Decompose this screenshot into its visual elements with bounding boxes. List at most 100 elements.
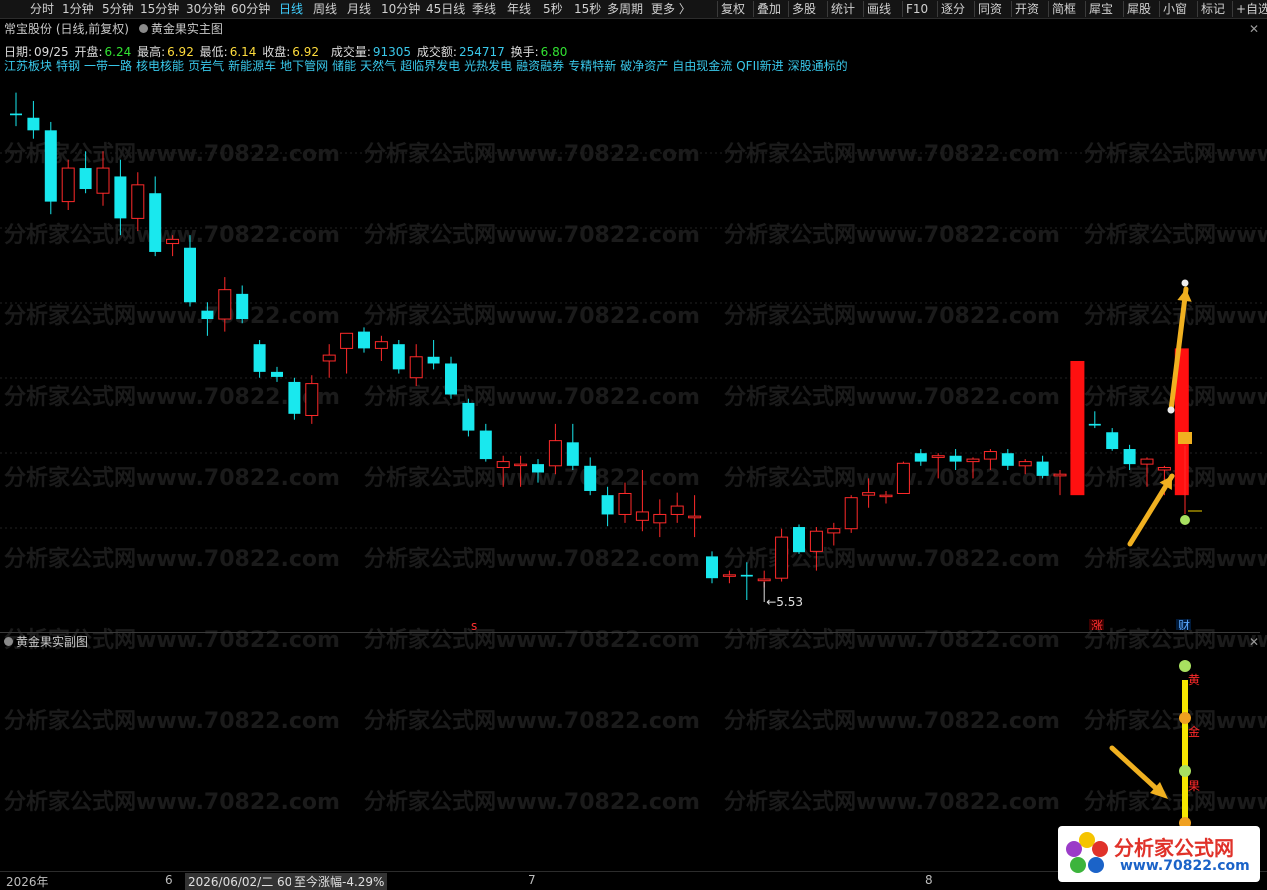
tool-button-14[interactable]: +自选 bbox=[1236, 0, 1267, 18]
candle-body[interactable] bbox=[253, 344, 266, 372]
candle-body[interactable] bbox=[514, 463, 528, 467]
candle-body[interactable] bbox=[548, 440, 562, 467]
period-tab-16[interactable]: 更多 〉 bbox=[651, 0, 691, 18]
candle-body[interactable] bbox=[462, 402, 475, 431]
candle-body[interactable] bbox=[670, 505, 684, 515]
candle-body[interactable] bbox=[618, 492, 632, 515]
period-tab-2[interactable]: 5分钟 bbox=[102, 0, 134, 18]
period-tab-14[interactable]: 15秒 bbox=[574, 0, 601, 18]
candle-body[interactable] bbox=[584, 465, 597, 491]
candle-body[interactable] bbox=[1157, 466, 1171, 471]
candle-body[interactable] bbox=[949, 455, 962, 462]
candle-body[interactable] bbox=[740, 574, 753, 577]
candle-body[interactable] bbox=[166, 238, 180, 245]
candle-body[interactable] bbox=[879, 494, 893, 498]
candle-body[interactable] bbox=[358, 331, 370, 349]
tool-button-6[interactable]: 逐分 bbox=[941, 0, 965, 18]
candle-body[interactable] bbox=[1036, 461, 1049, 476]
candle-body[interactable] bbox=[757, 578, 771, 582]
sector-tag[interactable]: 破净资产 bbox=[620, 59, 668, 73]
candle-body[interactable] bbox=[566, 442, 579, 466]
candle-body[interactable] bbox=[288, 381, 301, 414]
period-tab-4[interactable]: 30分钟 bbox=[186, 0, 225, 18]
candle-body[interactable] bbox=[131, 184, 145, 219]
candle-body[interactable] bbox=[10, 113, 22, 116]
sub-indicator-toggle-icon[interactable] bbox=[4, 637, 13, 646]
candle-body[interactable] bbox=[305, 383, 319, 416]
candle-body[interactable] bbox=[532, 464, 544, 473]
pane-divider[interactable] bbox=[0, 632, 1260, 633]
tool-button-9[interactable]: 简框 bbox=[1052, 0, 1076, 18]
period-tab-1[interactable]: 1分钟 bbox=[62, 0, 94, 18]
candle-body[interactable] bbox=[96, 167, 110, 194]
candle-body[interactable] bbox=[427, 356, 440, 364]
close-sub-chart-icon[interactable]: ✕ bbox=[1249, 635, 1259, 649]
sector-tag[interactable]: 光热发电 bbox=[464, 59, 512, 73]
candle-body[interactable] bbox=[827, 528, 841, 534]
candle-body[interactable] bbox=[1018, 461, 1032, 467]
tool-button-4[interactable]: 画线 bbox=[867, 0, 891, 18]
period-tab-0[interactable]: 分时 bbox=[30, 0, 54, 18]
candle-body[interactable] bbox=[706, 556, 718, 579]
sector-tag[interactable]: 储能 bbox=[332, 59, 356, 73]
candle-body[interactable] bbox=[966, 458, 980, 463]
sector-tag[interactable]: 超临界发电 bbox=[400, 59, 460, 73]
candle-body[interactable] bbox=[896, 462, 910, 494]
period-tab-7[interactable]: 周线 bbox=[313, 0, 337, 18]
candle-body[interactable] bbox=[1088, 423, 1101, 426]
tool-button-10[interactable]: 犀宝 bbox=[1089, 0, 1113, 18]
candle-body[interactable] bbox=[340, 332, 354, 349]
tool-button-11[interactable]: 犀股 bbox=[1127, 0, 1151, 18]
candle-body[interactable] bbox=[1140, 458, 1154, 465]
candle-body[interactable] bbox=[862, 492, 876, 496]
period-tab-3[interactable]: 15分钟 bbox=[140, 0, 179, 18]
period-tab-10[interactable]: 45日线 bbox=[426, 0, 465, 18]
period-tab-5[interactable]: 60分钟 bbox=[231, 0, 270, 18]
tool-button-12[interactable]: 小窗 bbox=[1163, 0, 1187, 18]
main-indicator-name[interactable]: 黄金果实主图 bbox=[151, 22, 223, 36]
candle-body[interactable] bbox=[374, 341, 388, 349]
sector-tag[interactable]: 天然气 bbox=[360, 59, 396, 73]
candle-body[interactable] bbox=[445, 363, 457, 395]
period-tab-8[interactable]: 月线 bbox=[347, 0, 371, 18]
close-main-chart-icon[interactable]: ✕ bbox=[1249, 22, 1259, 36]
candle-body[interactable] bbox=[44, 130, 57, 202]
candle-body[interactable] bbox=[1001, 453, 1014, 466]
candle-body[interactable] bbox=[809, 530, 823, 552]
period-tab-13[interactable]: 5秒 bbox=[543, 0, 563, 18]
candle-body[interactable] bbox=[79, 168, 92, 190]
candle-body[interactable] bbox=[775, 536, 789, 579]
candle-body[interactable] bbox=[322, 354, 336, 362]
candle-body[interactable] bbox=[479, 430, 492, 460]
candle-body[interactable] bbox=[201, 310, 214, 320]
candle-body[interactable] bbox=[218, 289, 232, 320]
candle-body[interactable] bbox=[149, 193, 162, 252]
candle-body[interactable] bbox=[114, 176, 127, 219]
tool-button-2[interactable]: 多股 bbox=[792, 0, 816, 18]
tool-button-5[interactable]: F10 bbox=[906, 0, 928, 18]
sector-tag[interactable]: 地下管网 bbox=[280, 59, 328, 73]
candle-body[interactable] bbox=[635, 511, 649, 521]
candle-body[interactable] bbox=[601, 495, 614, 515]
sector-tag[interactable]: 新能源车 bbox=[228, 59, 276, 73]
candle-body[interactable] bbox=[688, 515, 702, 519]
sector-tag[interactable]: 融资融券 bbox=[516, 59, 564, 73]
candle-body[interactable] bbox=[271, 371, 283, 377]
candle-body[interactable] bbox=[392, 344, 405, 370]
candle-body[interactable] bbox=[722, 574, 736, 577]
candle-body[interactable] bbox=[61, 167, 75, 203]
candle-body[interactable] bbox=[931, 455, 945, 458]
sector-tag[interactable]: 自由现金流 bbox=[672, 59, 732, 73]
tool-button-7[interactable]: 同资 bbox=[978, 0, 1002, 18]
tool-button-8[interactable]: 开资 bbox=[1015, 0, 1039, 18]
candle-body[interactable] bbox=[496, 461, 510, 468]
tool-button-1[interactable]: 叠加 bbox=[757, 0, 781, 18]
period-tab-12[interactable]: 年线 bbox=[507, 0, 531, 18]
tool-button-0[interactable]: 复权 bbox=[721, 0, 745, 18]
candle-body[interactable] bbox=[409, 356, 423, 379]
candle-body[interactable] bbox=[1106, 432, 1119, 450]
sector-tag[interactable]: 核电核能 bbox=[136, 59, 184, 73]
period-tab-15[interactable]: 多周期 bbox=[607, 0, 643, 18]
candle-body[interactable] bbox=[236, 293, 249, 320]
candle-body[interactable] bbox=[1123, 449, 1136, 465]
